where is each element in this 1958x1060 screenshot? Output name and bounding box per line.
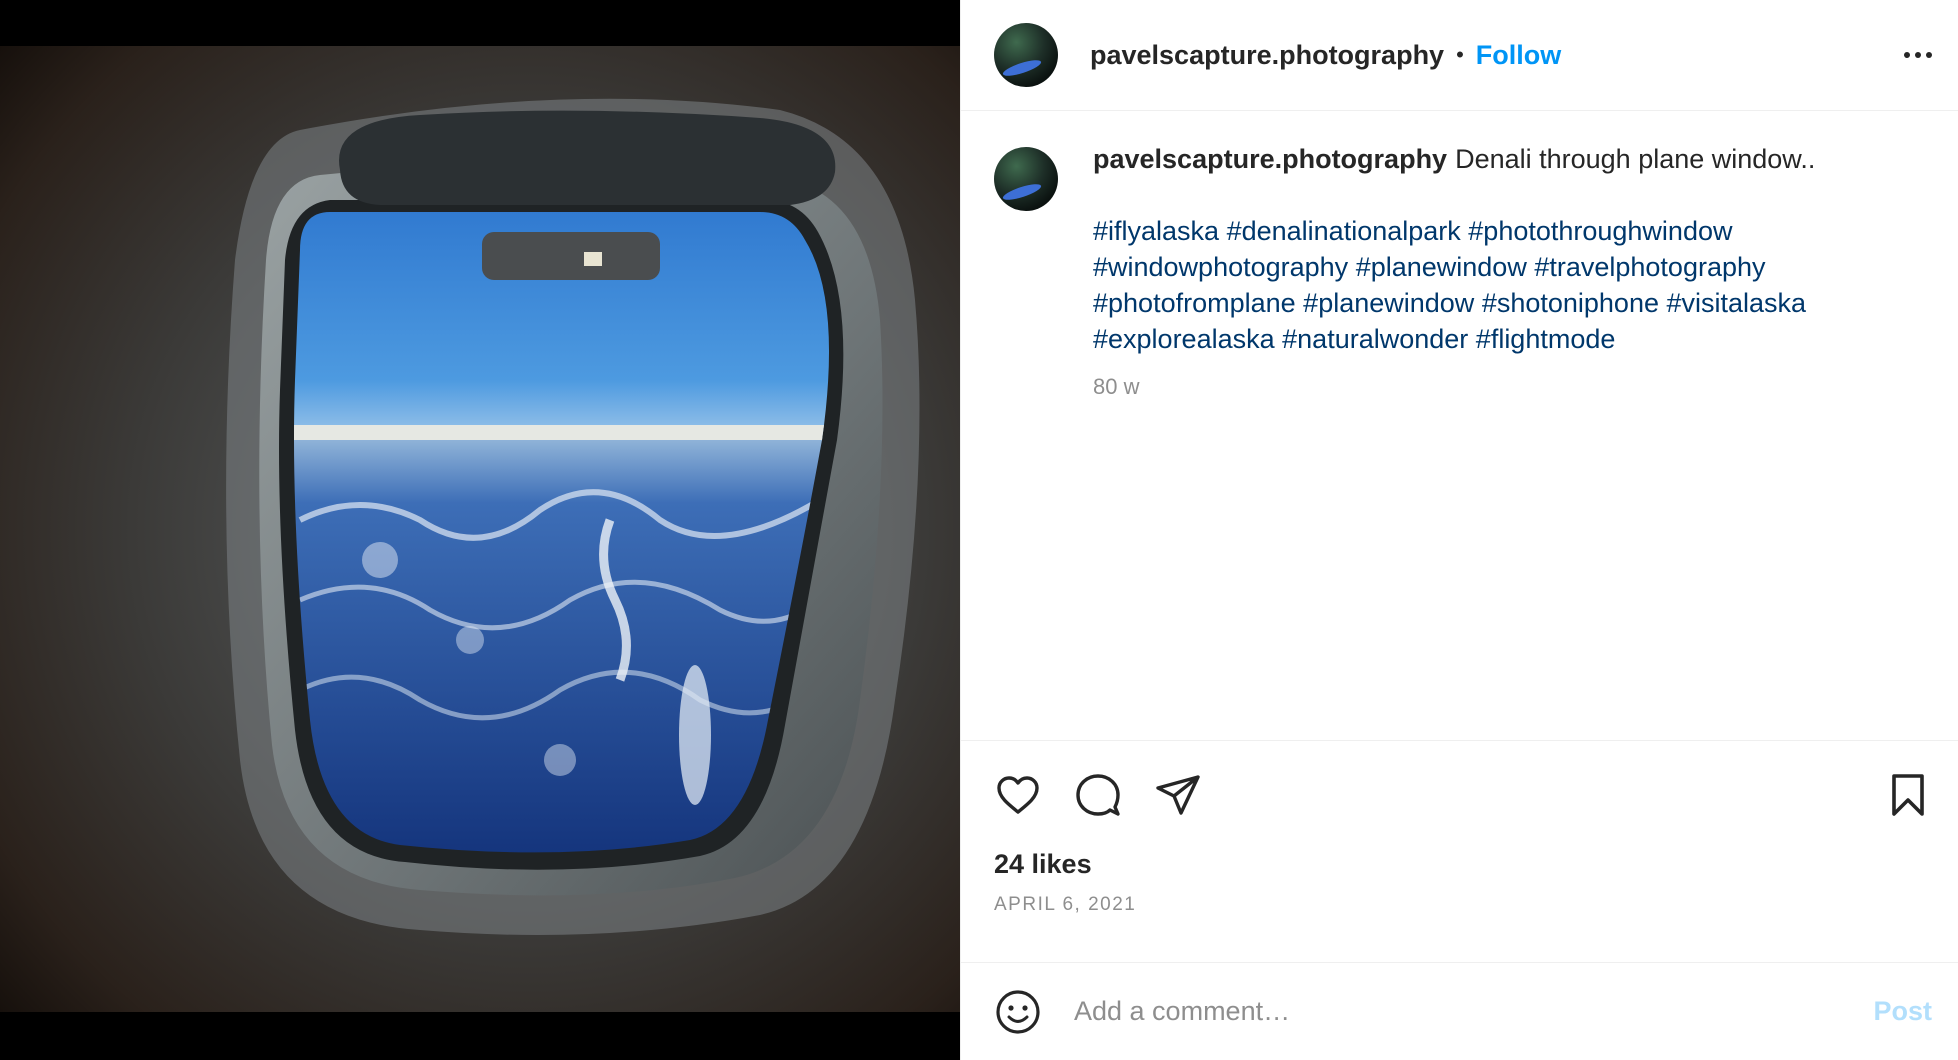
author-username[interactable]: pavelscapture.photography bbox=[1090, 40, 1444, 71]
caption-author-avatar[interactable] bbox=[994, 147, 1058, 211]
post-image[interactable] bbox=[0, 0, 960, 1060]
caption-text: Denali through plane window.. bbox=[1455, 144, 1816, 174]
post-header: pavelscapture.photography • Follow bbox=[961, 0, 1958, 111]
send-icon[interactable] bbox=[1154, 771, 1202, 819]
hashtag-link[interactable]: #planewindow bbox=[1356, 252, 1527, 282]
caption-username[interactable]: pavelscapture.photography bbox=[1093, 144, 1447, 174]
hashtag-link[interactable]: #flightmode bbox=[1476, 324, 1616, 354]
hashtag-link[interactable]: #visitalaska bbox=[1667, 288, 1807, 318]
hashtag-link[interactable]: #travelphotography bbox=[1534, 252, 1765, 282]
author-avatar[interactable] bbox=[994, 23, 1058, 87]
hashtag-link[interactable]: #photofromplane bbox=[1093, 288, 1296, 318]
post-details-panel: pavelscapture.photography • Follow pavel… bbox=[960, 0, 1958, 1060]
action-bar bbox=[961, 741, 1958, 819]
bookmark-icon[interactable] bbox=[1884, 771, 1932, 819]
hashtag-link[interactable]: #naturalwonder bbox=[1282, 324, 1468, 354]
dot bbox=[1904, 52, 1910, 58]
caption-section: pavelscapture.photography Denali through … bbox=[961, 111, 1958, 405]
more-options-icon[interactable] bbox=[1904, 42, 1932, 68]
hashtag-link[interactable]: #photothroughwindow bbox=[1468, 216, 1732, 246]
comment-icon[interactable] bbox=[1074, 771, 1122, 819]
comment-bar: Post bbox=[961, 962, 1958, 1060]
post-age[interactable]: 80 w bbox=[1093, 369, 1893, 405]
follow-button[interactable]: Follow bbox=[1476, 40, 1561, 71]
airplane-window-photo bbox=[0, 0, 960, 1060]
dot bbox=[1915, 52, 1921, 58]
hashtag-link[interactable]: #windowphotography bbox=[1093, 252, 1348, 282]
emoji-icon[interactable] bbox=[994, 988, 1042, 1036]
likes-count[interactable]: 24 likes bbox=[961, 835, 1958, 880]
post-date[interactable]: APRIL 6, 2021 bbox=[961, 880, 1958, 916]
hashtag-link[interactable]: #denalinationalpark bbox=[1227, 216, 1461, 246]
post-comment-button[interactable]: Post bbox=[1873, 996, 1932, 1027]
heart-icon[interactable] bbox=[994, 771, 1042, 819]
instagram-post: pavelscapture.photography • Follow pavel… bbox=[0, 0, 1958, 1060]
actions-section: 24 likes APRIL 6, 2021 bbox=[961, 740, 1958, 916]
separator-dot: • bbox=[1456, 42, 1464, 67]
caption: pavelscapture.photography Denali through … bbox=[1093, 141, 1893, 405]
hashtag-link[interactable]: #planewindow bbox=[1303, 288, 1474, 318]
hashtag-link[interactable]: #shotoniphone bbox=[1482, 288, 1659, 318]
dot bbox=[1926, 52, 1932, 58]
hashtag-link[interactable]: #explorealaska bbox=[1093, 324, 1275, 354]
hashtag-list: #iflyalaska #denalinationalpark #phototh… bbox=[1093, 213, 1893, 357]
comment-input[interactable] bbox=[1072, 995, 1874, 1028]
hashtag-link[interactable]: #iflyalaska bbox=[1093, 216, 1219, 246]
